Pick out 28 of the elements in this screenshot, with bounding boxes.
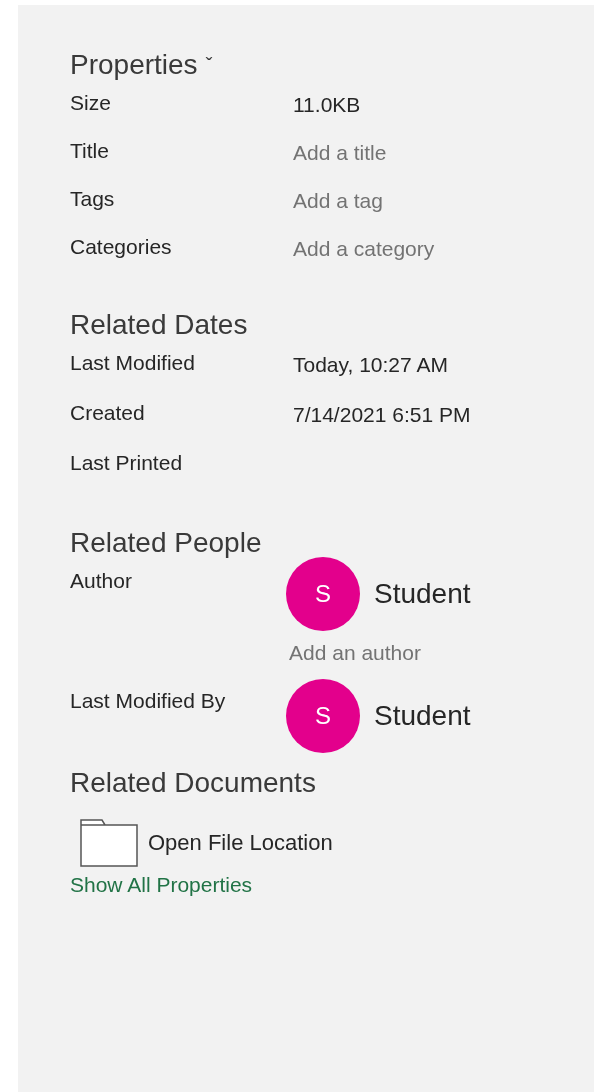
open-file-location-link[interactable]: Open File Location (148, 830, 333, 856)
property-value: 11.0KB (293, 92, 362, 117)
property-label: Tags (70, 187, 116, 211)
person-name[interactable]: Student (374, 700, 471, 732)
caret-icon[interactable]: ˇ (205, 53, 213, 77)
avatar: S (286, 679, 360, 753)
property-input[interactable]: Add a tag (293, 187, 594, 213)
add-author-input[interactable]: Add an author (289, 641, 594, 665)
date-value: 7/14/2021 6:51 PM (293, 402, 472, 427)
property-label: Title (70, 139, 110, 163)
section-heading: Related Dates (70, 309, 248, 341)
property-label: Size (70, 91, 112, 115)
property-input[interactable]: Add a category (293, 235, 594, 261)
date-label: Created (70, 401, 146, 425)
date-label: Last Modified (70, 351, 196, 375)
people-label: Last Modified By (70, 689, 227, 713)
property-input[interactable]: Add a title (293, 139, 594, 165)
section-heading: Related People (70, 527, 262, 559)
people-label: Author (70, 569, 133, 593)
person-name[interactable]: Student (374, 578, 471, 610)
property-label: Categories (70, 235, 173, 259)
avatar: S (286, 557, 360, 631)
section-heading: Related Documents (70, 767, 316, 799)
section-heading[interactable]: Properties (70, 49, 198, 81)
folder-icon[interactable] (80, 819, 138, 867)
show-all-properties-link[interactable]: Show All Properties (70, 873, 253, 897)
date-value: Today, 10:27 AM (293, 352, 449, 377)
date-label: Last Printed (70, 451, 184, 475)
